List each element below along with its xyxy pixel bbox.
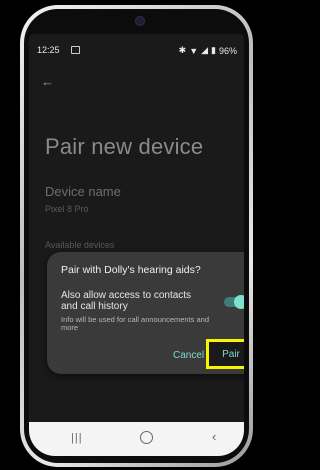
available-devices-label: Available devices xyxy=(45,240,115,250)
home-icon[interactable] xyxy=(140,431,153,444)
battery-percent: 96% xyxy=(218,45,237,56)
phone-screen: 12:25 ✱ ▼ ◢ ▮ 96% ← Pair new device Devi… xyxy=(29,34,244,456)
bluetooth-icon: ✱ xyxy=(178,45,187,55)
device-name-label: Device name xyxy=(45,184,121,199)
dialog-title: Pair with Dolly's hearing aids? xyxy=(61,264,201,276)
back-nav-icon[interactable]: ‹ xyxy=(212,429,216,444)
recents-icon[interactable]: ||| xyxy=(71,432,83,444)
contacts-access-option: Also allow access to contacts and call h… xyxy=(61,290,192,312)
status-time: 12:25 xyxy=(37,45,60,55)
back-arrow-icon[interactable]: ← xyxy=(41,74,54,89)
pair-dialog: Pair with Dolly's hearing aids? Also all… xyxy=(47,252,244,374)
contacts-access-toggle[interactable] xyxy=(224,295,244,309)
toggle-knob xyxy=(234,295,244,309)
status-icons: ✱ ▼ ◢ ▮ 96% xyxy=(179,45,237,56)
device-name-value: Pixel 8 Pro xyxy=(45,204,89,214)
screenshot-icon xyxy=(71,46,80,54)
signal-icon: ◢ xyxy=(201,45,209,55)
cancel-button[interactable]: Cancel xyxy=(173,350,207,361)
battery-icon: ▮ xyxy=(211,45,216,55)
pair-button[interactable]: Pair xyxy=(206,339,244,369)
navigation-bar: ||| ‹ xyxy=(29,422,244,456)
status-bar: 12:25 ✱ ▼ ◢ ▮ 96% xyxy=(29,42,244,58)
contacts-access-hint: Info will be used for call announcements… xyxy=(61,315,210,332)
wifi-icon: ▼ xyxy=(189,45,199,56)
front-camera xyxy=(135,16,145,26)
page-title: Pair new device xyxy=(45,134,204,159)
